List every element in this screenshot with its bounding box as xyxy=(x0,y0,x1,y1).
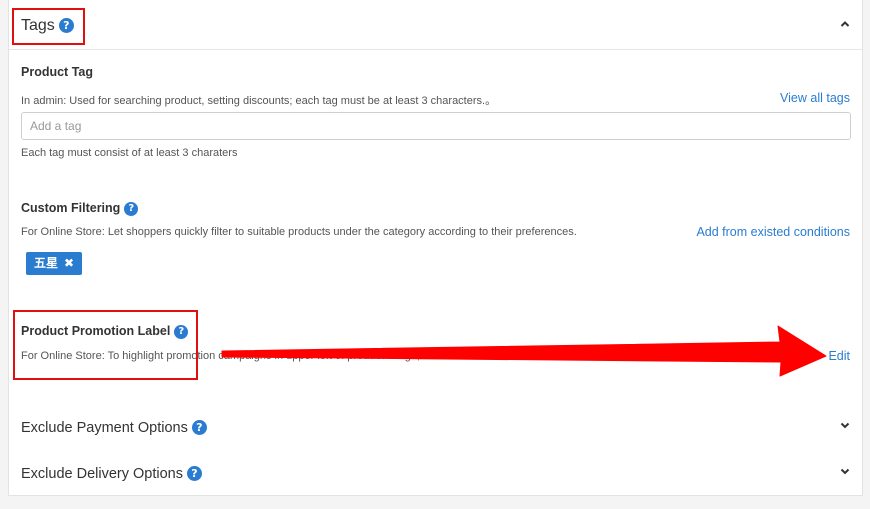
view-all-tags-link[interactable]: View all tags xyxy=(780,91,850,105)
custom-filtering-label: Custom Filtering xyxy=(21,201,121,215)
filter-chip: 五星 ✖ xyxy=(26,252,83,275)
add-tag-input[interactable] xyxy=(21,112,851,140)
promotion-label-hint: For Online Store: To highlight promotion… xyxy=(21,350,421,362)
exclude-payment-title: Exclude Payment Options? xyxy=(21,420,207,436)
custom-filtering-hint: For Online Store: Let shoppers quickly f… xyxy=(21,226,577,238)
tags-title: Tags? xyxy=(21,17,74,35)
help-icon[interactable]: ? xyxy=(58,18,74,33)
tags-title-label: Tags xyxy=(21,17,55,34)
tags-panel: Tags? Product Tag In admin: Used for sea… xyxy=(8,0,863,496)
help-icon[interactable]: ? xyxy=(174,325,189,339)
chevron-down-icon[interactable] xyxy=(840,420,850,430)
remove-chip-icon[interactable]: ✖ xyxy=(64,256,74,270)
promotion-edit-link[interactable]: Edit xyxy=(828,349,850,363)
exclude-payment-row[interactable]: Exclude Payment Options? xyxy=(9,406,862,452)
help-icon[interactable]: ? xyxy=(124,202,139,216)
add-from-existed-conditions-link[interactable]: Add from existed conditions xyxy=(696,225,850,239)
exclude-delivery-label: Exclude Delivery Options xyxy=(21,466,183,482)
product-tag-footnote: Each tag must consist of at least 3 char… xyxy=(21,147,238,159)
product-tag-hint: In admin: Used for searching product, se… xyxy=(21,95,497,107)
custom-filtering-title: Custom Filtering? xyxy=(21,201,139,216)
chevron-up-icon[interactable] xyxy=(840,19,850,29)
promotion-label-label: Product Promotion Label xyxy=(21,324,171,338)
exclude-payment-label: Exclude Payment Options xyxy=(21,420,188,436)
product-tag-title: Product Tag xyxy=(21,65,93,79)
filter-chip-label: 五星 xyxy=(34,256,59,270)
exclude-delivery-row[interactable]: Exclude Delivery Options? xyxy=(9,452,862,498)
help-icon[interactable]: ? xyxy=(187,466,202,481)
chevron-down-icon[interactable] xyxy=(840,466,850,476)
help-icon[interactable]: ? xyxy=(191,420,207,435)
exclude-delivery-title: Exclude Delivery Options? xyxy=(21,466,202,482)
tags-header[interactable]: Tags? xyxy=(9,0,862,50)
promotion-label-title: Product Promotion Label? xyxy=(21,324,189,339)
